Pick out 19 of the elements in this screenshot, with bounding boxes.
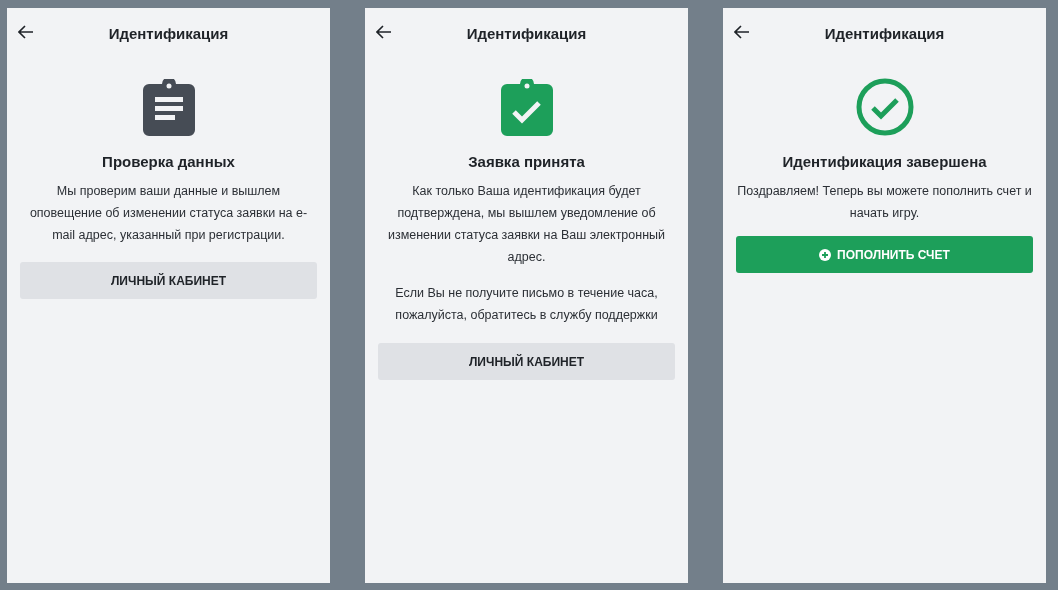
clipboard-icon xyxy=(142,78,195,136)
status-message: Мы проверим ваши данные и вышлем оповещение об изменении статуса заявки на e-mail адрес, указанный при регистрации. xyxy=(28,183,309,244)
back-arrow-icon[interactable] xyxy=(18,25,34,39)
back-arrow-icon[interactable] xyxy=(734,25,750,39)
status-heading: Заявка принята xyxy=(468,152,585,172)
status-message: Как только Ваша идентификация будет подтверждена, мы вышлем уведомление об изменении статуса заявки на Ваш электронный адрес. xyxy=(386,183,667,266)
screen-title: Идентификация xyxy=(466,24,587,42)
account-button[interactable]: ЛИЧНЫЙ КАБИНЕТ xyxy=(378,343,675,380)
status-heading: Проверка данных xyxy=(102,152,235,172)
screen-title: Идентификация xyxy=(824,24,945,42)
status-message: Поздравляем! Теперь вы можете пополнить счет и начать игру. xyxy=(736,183,1033,222)
check-circle-icon xyxy=(855,78,914,136)
screen-title: Идентификация xyxy=(108,24,229,42)
clipboard-check-icon xyxy=(500,78,553,136)
status-heading: Идентификация завершена xyxy=(782,152,987,172)
back-arrow-icon[interactable] xyxy=(376,25,392,39)
plus-circle-icon xyxy=(819,248,832,261)
account-button[interactable]: ЛИЧНЫЙ КАБИНЕТ xyxy=(20,262,317,299)
status-message: Если Вы не получите письмо в течение часа, пожалуйста, обратитесь в службу поддержки xyxy=(394,285,659,324)
